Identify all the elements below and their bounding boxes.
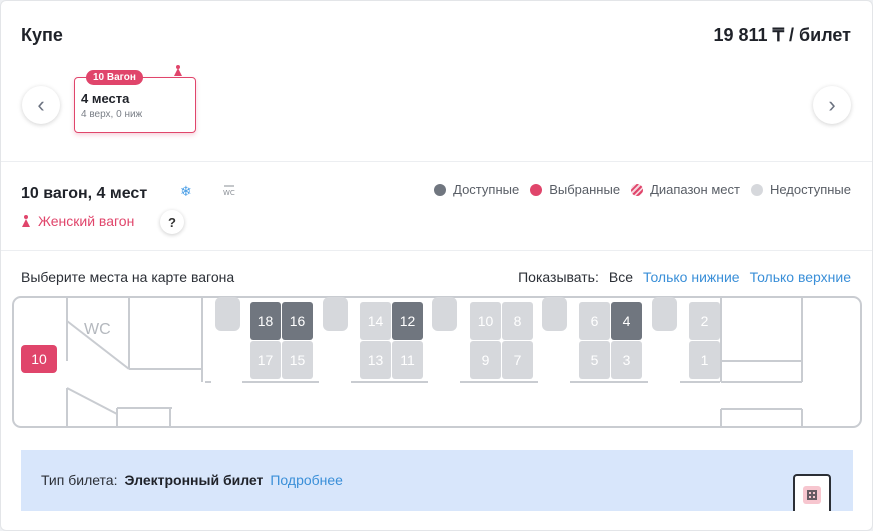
class-title: Купе bbox=[21, 25, 63, 45]
price-label: 19 811 ₸ / билет bbox=[713, 25, 852, 45]
filter-upper[interactable]: Только верхние bbox=[750, 269, 851, 285]
chevron-right-icon: › bbox=[828, 92, 836, 117]
seat-10: 10 bbox=[470, 302, 501, 340]
divider bbox=[1, 161, 872, 162]
female-wagon-text: Женский вагон bbox=[38, 213, 135, 229]
filter-all[interactable]: Все bbox=[609, 269, 633, 285]
ticket-type-value: Электронный билет bbox=[124, 472, 264, 488]
seat-13: 13 bbox=[360, 341, 391, 379]
divider bbox=[1, 250, 872, 251]
seat-15: 15 bbox=[282, 341, 313, 379]
legend: Доступные Выбранные Диапазон мест Недост… bbox=[434, 182, 851, 197]
wagon-seats-detail: 4 верх, 0 ниж bbox=[81, 109, 143, 120]
eticket-phone-icon bbox=[793, 474, 831, 511]
filter-lower[interactable]: Только нижние bbox=[643, 269, 740, 285]
filter-label: Показывать: bbox=[518, 269, 599, 285]
seat-12[interactable]: 12 bbox=[392, 302, 423, 340]
svg-text:WC: WC bbox=[223, 189, 235, 197]
next-wagon-button[interactable]: › bbox=[813, 86, 851, 124]
legend-dot bbox=[750, 183, 763, 196]
seat-filter: Показывать: Все Только нижние Только вер… bbox=[518, 269, 851, 285]
wagon-seats-count: 4 места bbox=[81, 91, 130, 106]
seat-9: 9 bbox=[470, 341, 501, 379]
wc-label: WC bbox=[84, 321, 111, 338]
seat-8: 8 bbox=[502, 302, 533, 340]
chevron-left-icon: ‹ bbox=[37, 92, 45, 117]
legend-available: Доступные bbox=[434, 182, 519, 197]
legend-dot bbox=[530, 183, 543, 196]
legend-selected: Выбранные bbox=[530, 182, 620, 197]
seat-5: 5 bbox=[579, 341, 610, 379]
female-wagon-icon bbox=[174, 65, 182, 76]
legend-dot bbox=[631, 183, 644, 196]
prev-wagon-button[interactable]: ‹ bbox=[22, 86, 60, 124]
seat-16[interactable]: 16 bbox=[282, 302, 313, 340]
wc-icon: WC bbox=[222, 185, 236, 198]
seat-3: 3 bbox=[611, 341, 642, 379]
wagon-number-label: 10 bbox=[21, 345, 57, 373]
help-button[interactable]: ? bbox=[160, 210, 184, 234]
wagon-title: 10 вагон, 4 мест bbox=[21, 185, 148, 202]
female-icon bbox=[22, 215, 30, 227]
seat-7: 7 bbox=[502, 341, 533, 379]
qr-icon bbox=[803, 486, 821, 504]
seat-6: 6 bbox=[579, 302, 610, 340]
seat-11: 11 bbox=[392, 341, 423, 379]
seat-14: 14 bbox=[360, 302, 391, 340]
female-wagon-label: Женский вагон bbox=[22, 213, 134, 229]
snowflake-icon: ❄ bbox=[180, 183, 192, 199]
more-link[interactable]: Подробнее bbox=[270, 472, 343, 488]
ticket-card: Купе 19 811 ₸ / билет ‹ › 4 места 4 верх… bbox=[0, 0, 873, 531]
ticket-type-row: Тип билета: Электронный билет Подробнее bbox=[41, 472, 343, 488]
legend-range: Диапазон мест bbox=[631, 182, 740, 197]
seat-1: 1 bbox=[689, 341, 720, 379]
wagon-option-card[interactable]: 4 места 4 верх, 0 ниж bbox=[74, 77, 196, 133]
seat-2: 2 bbox=[689, 302, 720, 340]
seat-4[interactable]: 4 bbox=[611, 302, 642, 340]
ticket-info-box: Тип билета: Электронный билет Подробнее bbox=[21, 450, 853, 511]
map-prompt: Выберите места на карте вагона bbox=[21, 269, 235, 285]
seat-18[interactable]: 18 bbox=[250, 302, 281, 340]
legend-dot bbox=[434, 183, 447, 196]
seat-17: 17 bbox=[250, 341, 281, 379]
ticket-type-label: Тип билета: bbox=[41, 472, 118, 488]
wagon-scheme: WC bbox=[12, 296, 862, 428]
wagon-number-badge: 10 Вагон bbox=[86, 70, 143, 85]
legend-unavailable: Недоступные bbox=[750, 182, 851, 197]
